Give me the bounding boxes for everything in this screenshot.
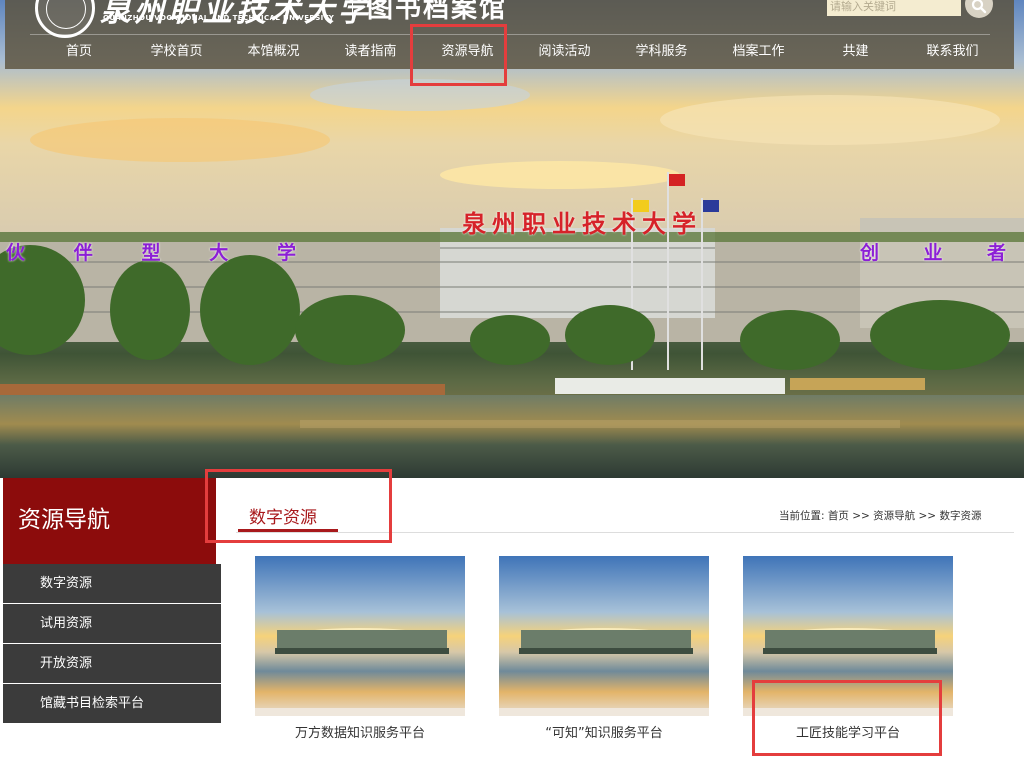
slogan-char: 大 [209,242,229,264]
campus-thumbnail-image [255,556,465,716]
campus-thumbnail-image [499,556,709,716]
logo-divider [352,0,353,22]
sidebar-menu: 数字资源 试用资源 开放资源 馆藏书目检索平台 [3,564,221,724]
nav-item-school-home[interactable]: 学校首页 [128,36,225,68]
site-header: 泉州职业技术大学 QUANZHOU VOCATIONAL AND TECHNIC… [5,0,1014,69]
campus-thumbnail-image [743,556,953,716]
search-icon [971,0,987,14]
sidebar-title: 资源导航 [18,507,110,533]
hero-banner: 泉州职业技术大学 伙 伴 型 大 学 创 业 者 [0,0,1024,478]
slogan-char: 创 [860,242,880,264]
university-emblem-icon[interactable] [35,0,95,38]
search-button[interactable] [965,0,993,18]
slogan-char: 型 [141,242,161,264]
sidebar-header: 资源导航 [3,478,216,564]
breadcrumb-current: 数字资源 [939,510,982,522]
section-divider [236,532,1014,533]
slogan-char: 学 [276,242,296,264]
section-title: 数字资源 [249,508,317,528]
card-thumbnail[interactable] [255,556,465,716]
resource-card[interactable]: “可知”知识服务平台 [499,556,709,741]
resource-card[interactable]: 万方数据知识服务平台 [255,556,465,741]
nav-divider [30,34,990,35]
resource-card[interactable]: 工匠技能学习平台 [743,556,953,741]
nav-item-reader-guide[interactable]: 读者指南 [322,36,419,68]
nav-item-co-build[interactable]: 共建 [807,36,904,68]
breadcrumb-link-resource-nav[interactable]: 资源导航 [873,510,915,522]
sidebar-item-open-resources[interactable]: 开放资源 [3,644,221,683]
sidebar-item-catalog-search[interactable]: 馆藏书目检索平台 [3,684,221,723]
breadcrumb-separator: >> [848,510,874,522]
nav-item-home[interactable]: 首页 [30,36,128,68]
nav-item-subject-services[interactable]: 学科服务 [613,36,710,68]
slogan-char: 者 [986,242,1006,264]
slogan-char: 伙 [6,242,26,264]
slogan-left: 伙 伴 型 大 学 [6,238,296,265]
nav-item-archives[interactable]: 档案工作 [710,36,807,68]
university-name-en: QUANZHOU VOCATIONAL AND TECHNICAL UNIVER… [103,14,335,22]
sidebar-item-digital-resources[interactable]: 数字资源 [3,564,221,603]
search-input[interactable] [827,0,961,16]
card-title[interactable]: “可知”知识服务平台 [499,722,709,741]
slogan-char: 伴 [73,242,93,264]
card-thumbnail[interactable] [743,556,953,716]
building-sign: 泉州职业技术大学 [462,209,702,238]
nav-item-about[interactable]: 本馆概况 [225,36,322,68]
slogan-right: 创 业 者 [860,238,1006,265]
sidebar-item-trial-resources[interactable]: 试用资源 [3,604,221,643]
breadcrumb: 当前位置: 首页 >> 资源导航 >> 数字资源 [779,508,981,523]
nav-item-contact[interactable]: 联系我们 [904,36,1001,68]
card-title[interactable]: 万方数据知识服务平台 [255,722,465,741]
card-thumbnail[interactable] [499,556,709,716]
slogan-char: 业 [923,242,943,264]
nav-item-resource-nav[interactable]: 资源导航 [419,36,516,68]
nav-item-reading-activities[interactable]: 阅读活动 [516,36,613,68]
breadcrumb-separator: >> [915,510,940,522]
breadcrumb-link-home[interactable]: 首页 [828,510,849,522]
main-nav: 首页 学校首页 本馆概况 读者指南 资源导航 阅读活动 学科服务 档案工作 共建… [30,36,1015,68]
breadcrumb-prefix: 当前位置: [779,510,825,522]
card-title[interactable]: 工匠技能学习平台 [743,722,953,741]
library-name[interactable]: 图书档案馆 [367,0,507,25]
